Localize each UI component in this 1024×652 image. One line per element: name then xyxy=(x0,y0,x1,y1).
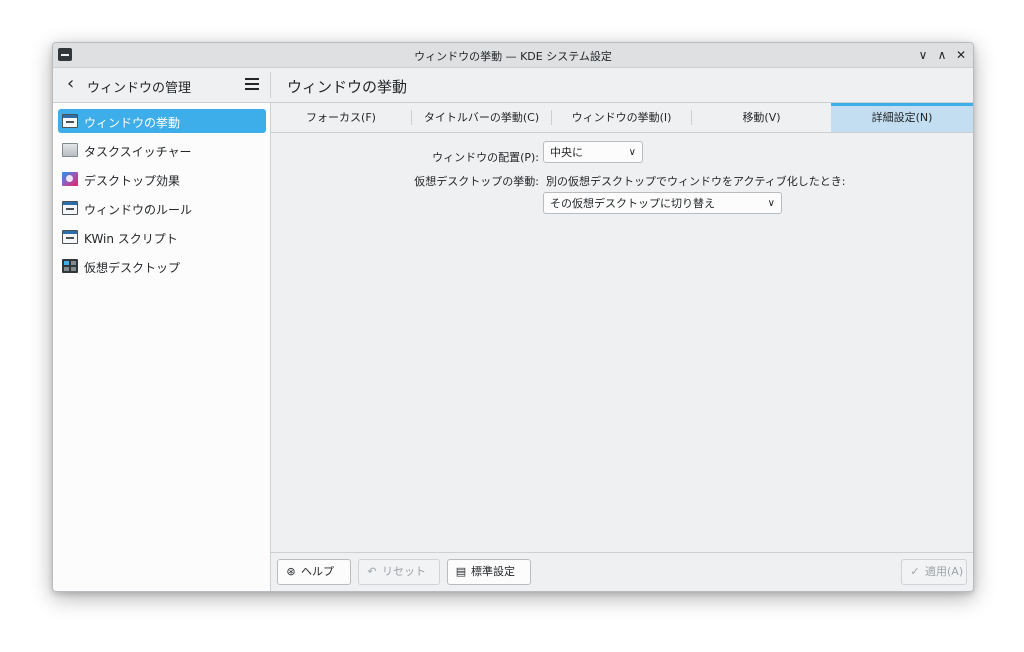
page-title: ウィンドウの挙動 xyxy=(287,78,408,96)
back-arrow-icon[interactable]: ‹ xyxy=(67,74,74,94)
tab-bar: フォーカス(F) タイトルバーの挙動(C) ウィンドウの挙動(I) 移動(V) … xyxy=(271,103,973,133)
chevron-down-icon: ∨ xyxy=(767,198,775,209)
button-bar: ⊛ヘルプ(H) ↶リセット(R) ▤標準設定(D) ✓ 適用(A) xyxy=(271,552,973,591)
tab-titlebar-actions[interactable]: タイトルバーの挙動(C) xyxy=(412,103,551,132)
sidebar-item-label: 仮想デスクトップ xyxy=(84,261,181,275)
header-divider xyxy=(270,72,271,98)
tab-window-actions[interactable]: ウィンドウの挙動(I) xyxy=(552,103,691,132)
sidebar-item-label: タスクスイッチャー xyxy=(84,145,192,159)
kwin-scripts-icon xyxy=(62,230,78,244)
minimize-button[interactable]: ∨ xyxy=(914,46,932,64)
virtual-desktop-behavior-combobox[interactable]: その仮想デスクトップに切り替え ∨ xyxy=(543,192,782,214)
apply-button-label: 適用(A) xyxy=(925,565,964,578)
maximize-button[interactable]: ∧ xyxy=(933,46,951,64)
virtual-desktop-description: 別の仮想デスクトップでウィンドウをアクティブ化したとき: xyxy=(546,175,846,188)
settings-window: ウィンドウの挙動 — KDE システム設定 ∨ ∧ ✕ ‹ ウィンドウの管理 ウ… xyxy=(52,42,974,592)
sidebar-item-task-switcher[interactable]: タスクスイッチャー xyxy=(58,138,266,162)
header-bar: ‹ ウィンドウの管理 ウィンドウの挙動 xyxy=(53,68,973,103)
reset-button[interactable]: ↶リセット(R) xyxy=(358,559,440,591)
sidebar-item-desktop-effects[interactable]: デスクトップ効果 xyxy=(58,167,266,191)
apply-button[interactable]: ✓ 適用(A) xyxy=(901,559,967,585)
chevron-down-icon: ∨ xyxy=(628,147,636,158)
sidebar-item-kwin-scripts[interactable]: KWin スクリプト xyxy=(58,225,266,249)
virtual-desktop-behavior-label: 仮想デスクトップの挙動: xyxy=(414,175,539,188)
sidebar: ウィンドウの挙動 タスクスイッチャー デスクトップ効果 ウィンドウのルール KW… xyxy=(53,103,271,591)
document-defaults-icon: ▤ xyxy=(455,565,467,578)
tab-focus[interactable]: フォーカス(F) xyxy=(271,103,411,132)
desktop-effects-icon xyxy=(62,172,78,186)
placement-label: ウィンドウの配置(P): xyxy=(432,151,539,164)
title-bar[interactable]: ウィンドウの挙動 — KDE システム設定 ∨ ∧ ✕ xyxy=(53,43,973,68)
tab-movement[interactable]: 移動(V) xyxy=(692,103,831,132)
undo-icon: ↶ xyxy=(367,565,377,578)
sidebar-item-label: ウィンドウのルール xyxy=(84,203,193,217)
virtual-desktops-icon xyxy=(62,259,78,273)
virtual-desktop-behavior-value: その仮想デスクトップに切り替え xyxy=(550,197,715,210)
placement-value: 中央に xyxy=(550,146,583,159)
window-title: ウィンドウの挙動 — KDE システム設定 xyxy=(414,50,612,63)
sidebar-title: ウィンドウの管理 xyxy=(87,81,192,96)
task-switcher-icon xyxy=(62,143,78,157)
window-behavior-icon xyxy=(62,114,78,128)
sidebar-item-window-behavior[interactable]: ウィンドウの挙動 xyxy=(58,109,266,133)
defaults-button[interactable]: ▤標準設定(D) xyxy=(447,559,531,591)
hamburger-menu-icon[interactable] xyxy=(245,76,259,92)
sidebar-item-label: デスクトップ効果 xyxy=(84,174,181,188)
sidebar-item-virtual-desktops[interactable]: 仮想デスクトップ xyxy=(58,254,266,278)
sidebar-item-label: ウィンドウの挙動 xyxy=(84,116,181,130)
sidebar-item-window-rules[interactable]: ウィンドウのルール xyxy=(58,196,266,220)
tab-advanced[interactable]: 詳細設定(N) xyxy=(831,103,973,132)
close-button[interactable]: ✕ xyxy=(952,46,970,64)
sidebar-item-label: KWin スクリプト xyxy=(84,232,178,246)
checkmark-icon: ✓ xyxy=(910,565,920,578)
placement-combobox[interactable]: 中央に ∨ xyxy=(543,141,643,163)
window-rules-icon xyxy=(62,201,78,215)
help-button[interactable]: ⊛ヘルプ(H) xyxy=(277,559,351,591)
main-panel: フォーカス(F) タイトルバーの挙動(C) ウィンドウの挙動(I) 移動(V) … xyxy=(271,103,973,591)
help-icon: ⊛ xyxy=(286,565,296,578)
